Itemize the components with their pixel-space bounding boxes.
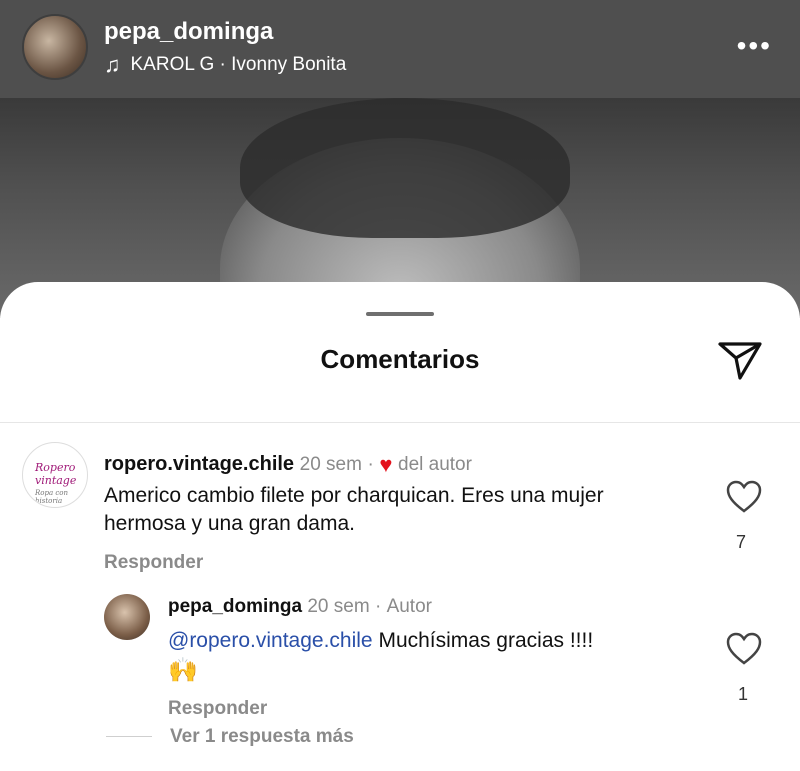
reply-button[interactable]: Responder <box>168 698 267 720</box>
comment-like-count: 7 <box>736 532 747 552</box>
like-heart-icon[interactable] <box>726 632 762 666</box>
music-note-icon: ♫ <box>104 52 121 77</box>
user-avatar[interactable] <box>22 14 88 80</box>
author-badge: Autor <box>386 596 432 617</box>
photo-hair <box>240 98 570 238</box>
reply-time: 20 sem <box>307 596 370 617</box>
mention-link[interactable]: @ropero.vintage.chile <box>168 629 373 652</box>
like-heart-icon[interactable] <box>726 480 762 514</box>
divider <box>0 422 800 423</box>
comment-time: 20 sem <box>299 454 362 475</box>
reply-text: @ropero.vintage.chile Muchísimas gracias… <box>168 626 708 687</box>
reply-username[interactable]: pepa_dominga <box>168 596 302 617</box>
author-heart-icon: ♥ <box>379 452 393 477</box>
drag-handle[interactable] <box>366 312 434 316</box>
reply-like-count: 1 <box>738 684 749 704</box>
commenter-avatar[interactable]: Ropero vintage Ropa con historia <box>22 442 88 508</box>
post-header: pepa_dominga ♫ KAROL G · Ivonny Bonita •… <box>0 0 800 98</box>
raising-hands-emoji: 🙌 <box>168 657 198 684</box>
comments-sheet: Comentarios Ropero vintage Ropa con hist… <box>0 282 800 771</box>
send-icon[interactable] <box>716 338 764 382</box>
song-label: KAROL G · Ivonny Bonita <box>130 54 347 75</box>
author-like-label: del autor <box>398 454 472 475</box>
more-options-icon[interactable]: ••• <box>737 30 772 62</box>
commenter-logo: Ropero vintage Ropa con historia <box>35 461 77 505</box>
reply-header: pepa_dominga 20 sem · Autor <box>168 596 432 618</box>
reply-message: Muchísimas gracias !!!! <box>378 629 594 652</box>
separator: · <box>367 454 374 475</box>
song-info[interactable]: ♫ KAROL G · Ivonny Bonita <box>104 52 346 78</box>
separator: · <box>374 596 382 617</box>
commenter-username[interactable]: ropero.vintage.chile <box>104 453 294 475</box>
comment-header: ropero.vintage.chile 20 sem · ♥ del auto… <box>104 450 472 477</box>
reply-avatar[interactable] <box>104 594 150 640</box>
view-more-replies[interactable]: Ver 1 respuesta más <box>170 726 354 748</box>
sheet-title: Comentarios <box>320 344 480 374</box>
reply-button[interactable]: Responder <box>104 552 203 574</box>
comment-text: Americo cambio filete por charquican. Er… <box>104 484 604 535</box>
post-username[interactable]: pepa_dominga <box>104 18 273 46</box>
replies-line <box>106 736 152 737</box>
